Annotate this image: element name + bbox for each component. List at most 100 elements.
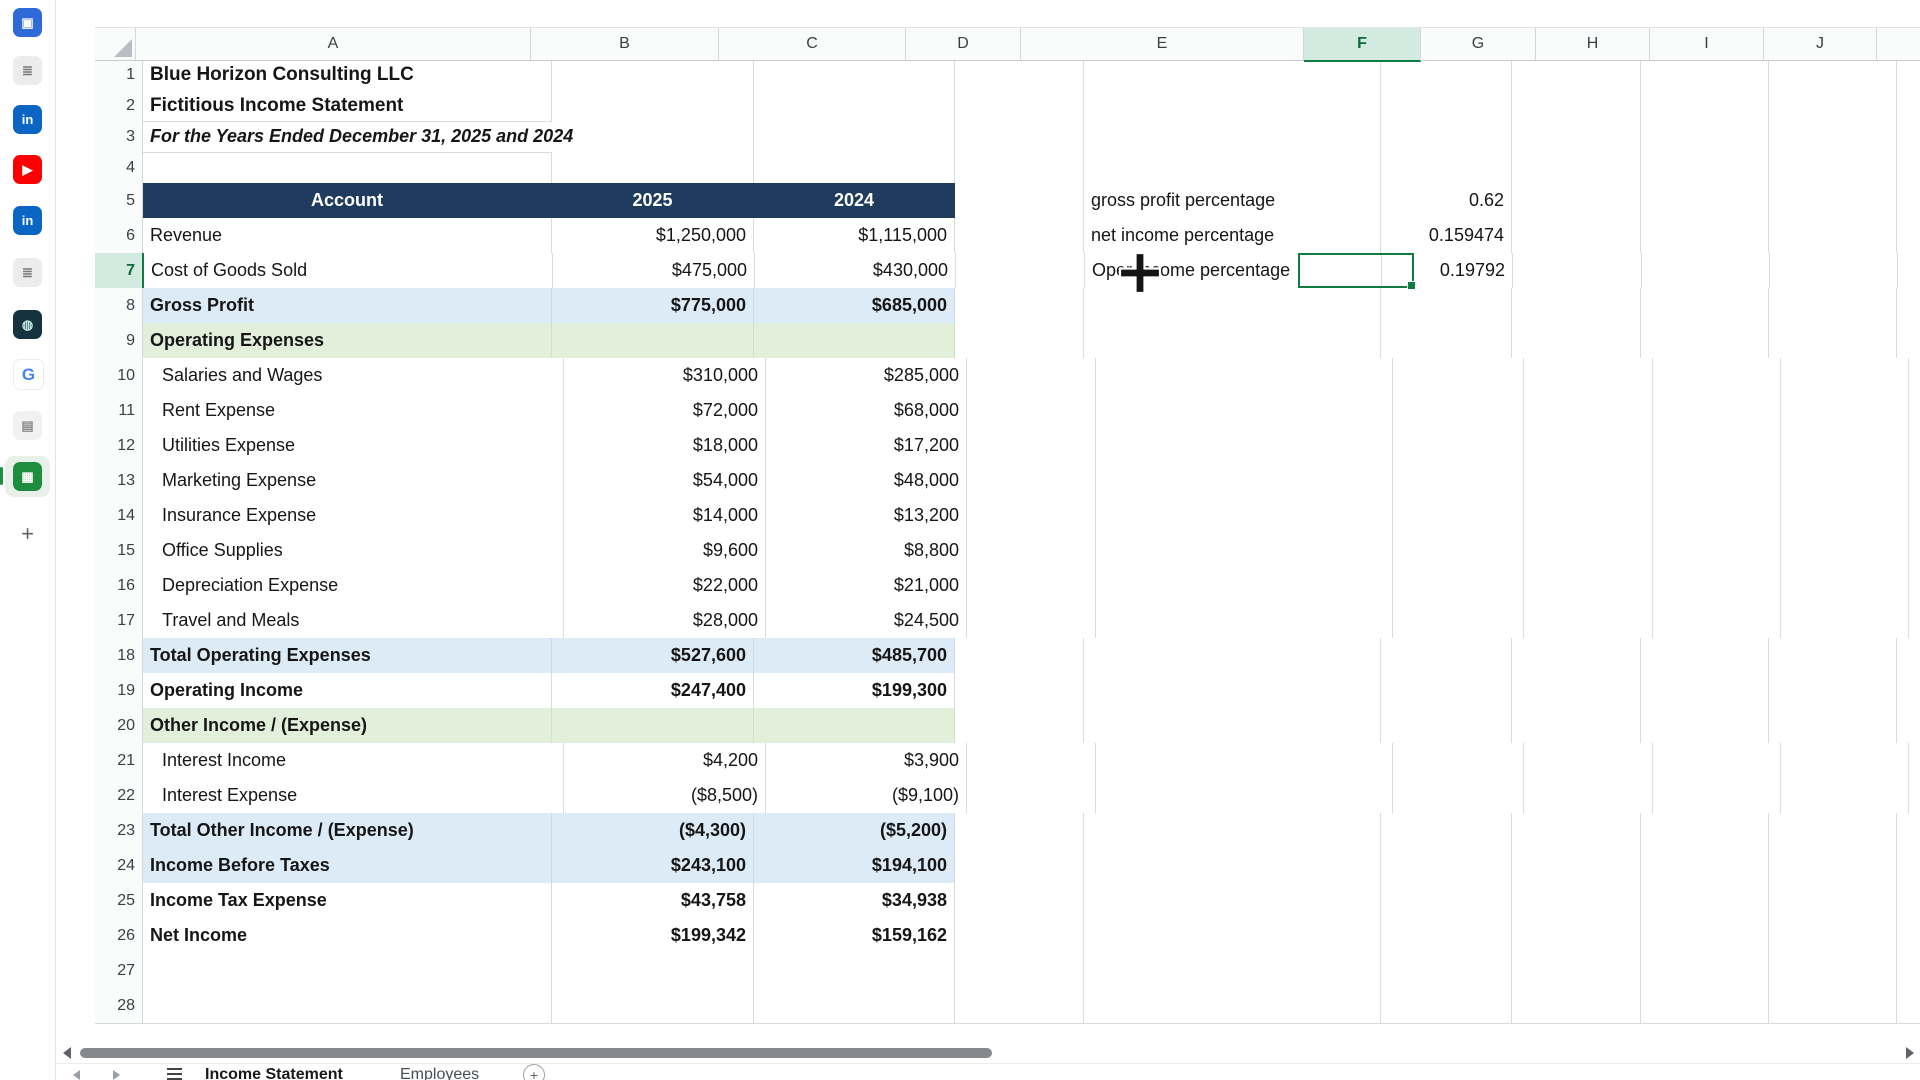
cell-g13[interactable] xyxy=(1524,463,1653,499)
cell-b24[interactable]: $243,100 xyxy=(552,848,754,885)
row-header-28[interactable]: 28 xyxy=(95,988,143,1024)
cell-e14[interactable] xyxy=(1096,498,1393,534)
cell-i24[interactable] xyxy=(1769,848,1897,884)
cell-e15[interactable] xyxy=(1096,533,1393,569)
column-header-d[interactable]: D xyxy=(906,28,1021,61)
row-header-25[interactable]: 25 xyxy=(95,883,143,919)
cell-e11[interactable] xyxy=(1096,393,1393,429)
cell-c15[interactable]: $8,800 xyxy=(766,533,967,569)
cell-e7[interactable]: Oper income percentage xyxy=(1085,253,1382,289)
cell-j8[interactable] xyxy=(1897,288,1920,324)
cell-i25[interactable] xyxy=(1769,883,1897,919)
cell-c9[interactable] xyxy=(754,323,955,359)
cell-f8[interactable] xyxy=(1381,288,1512,324)
favicon-linkedin[interactable]: in xyxy=(13,105,42,134)
cell-g8[interactable] xyxy=(1512,288,1641,324)
cell-f15[interactable] xyxy=(1393,533,1524,569)
cell-c11[interactable]: $68,000 xyxy=(766,393,967,429)
cell-j27[interactable] xyxy=(1897,953,1920,989)
cell-e10[interactable] xyxy=(1096,358,1393,394)
favicon-spreadsheet-active[interactable]: ▦ xyxy=(13,462,42,491)
cell-e26[interactable] xyxy=(1084,918,1381,954)
cell-a14[interactable]: Insurance Expense xyxy=(143,498,564,534)
cell-c26[interactable]: $159,162 xyxy=(754,918,955,954)
cell-e18[interactable] xyxy=(1084,638,1381,674)
cell-a23[interactable]: Total Other Income / (Expense) xyxy=(143,813,552,849)
cell-b12[interactable]: $18,000 xyxy=(564,428,766,464)
cell-b5[interactable]: 2025 xyxy=(552,183,754,219)
cell-b19[interactable]: $247,400 xyxy=(552,673,754,709)
cell-j25[interactable] xyxy=(1897,883,1920,919)
cell-i20[interactable] xyxy=(1769,708,1897,744)
cell-b1[interactable] xyxy=(552,59,754,91)
cell-i1[interactable] xyxy=(1769,59,1897,91)
cell-i10[interactable] xyxy=(1781,358,1909,394)
cell-g22[interactable] xyxy=(1524,778,1653,814)
cell-i28[interactable] xyxy=(1769,988,1897,1024)
cell-i19[interactable] xyxy=(1769,673,1897,709)
cell-a9[interactable]: Operating Expenses xyxy=(143,323,552,359)
cell-f28[interactable] xyxy=(1381,988,1512,1024)
favicon-gray-site-2[interactable]: ≣ xyxy=(13,258,42,287)
cell-a3[interactable]: For the Years Ended December 31, 2025 an… xyxy=(143,121,552,153)
cell-c20[interactable] xyxy=(754,708,955,744)
cell-e6[interactable]: net income percentage xyxy=(1084,218,1381,254)
cell-h12[interactable] xyxy=(1653,428,1781,464)
cell-a11[interactable]: Rent Expense xyxy=(143,393,564,429)
cell-h22[interactable] xyxy=(1653,778,1781,814)
row-header-14[interactable]: 14 xyxy=(95,498,143,534)
cell-j4[interactable] xyxy=(1897,152,1920,184)
row-header-13[interactable]: 13 xyxy=(95,463,143,499)
cell-f17[interactable] xyxy=(1393,603,1524,639)
cell-b4[interactable] xyxy=(552,152,754,184)
row-header-12[interactable]: 12 xyxy=(95,428,143,464)
cell-f6[interactable]: 0.159474 xyxy=(1381,218,1512,254)
cell-d15[interactable] xyxy=(967,533,1096,569)
cell-c10[interactable]: $285,000 xyxy=(766,358,967,394)
cell-a6[interactable]: Revenue xyxy=(143,218,552,254)
cell-a15[interactable]: Office Supplies xyxy=(143,533,564,569)
row-header-9[interactable]: 9 xyxy=(95,323,143,359)
cell-c7[interactable]: $430,000 xyxy=(755,253,956,289)
cell-d11[interactable] xyxy=(967,393,1096,429)
cell-j15[interactable] xyxy=(1909,533,1920,569)
cell-b22[interactable]: ($8,500) xyxy=(564,778,766,814)
cell-d1[interactable] xyxy=(955,59,1084,91)
cell-h7[interactable] xyxy=(1642,253,1770,289)
cell-h14[interactable] xyxy=(1653,498,1781,534)
sheet-nav-next-icon[interactable] xyxy=(113,1070,120,1080)
cell-g11[interactable] xyxy=(1524,393,1653,429)
cell-h24[interactable] xyxy=(1641,848,1769,884)
cell-c2[interactable] xyxy=(754,90,955,122)
cell-c19[interactable]: $199,300 xyxy=(754,673,955,709)
row-header-1[interactable]: 1 xyxy=(95,59,143,91)
cell-a2[interactable]: Fictitious Income Statement xyxy=(143,90,552,122)
column-header-k[interactable] xyxy=(1877,28,1920,61)
cell-d19[interactable] xyxy=(955,673,1084,709)
cell-b16[interactable]: $22,000 xyxy=(564,568,766,604)
cell-e28[interactable] xyxy=(1084,988,1381,1024)
row-header-16[interactable]: 16 xyxy=(95,568,143,604)
cell-a24[interactable]: Income Before Taxes xyxy=(143,848,552,885)
cell-f11[interactable] xyxy=(1393,393,1524,429)
cell-e25[interactable] xyxy=(1084,883,1381,919)
cell-h20[interactable] xyxy=(1641,708,1769,744)
cell-f25[interactable] xyxy=(1381,883,1512,919)
cell-e9[interactable] xyxy=(1084,323,1381,359)
cell-h19[interactable] xyxy=(1641,673,1769,709)
cell-f10[interactable] xyxy=(1393,358,1524,394)
row-header-27[interactable]: 27 xyxy=(95,953,143,989)
cell-a1[interactable]: Blue Horizon Consulting LLC xyxy=(143,59,552,91)
favicon-blue-app[interactable]: ▣ xyxy=(13,8,42,37)
cell-g9[interactable] xyxy=(1512,323,1641,359)
cell-d5[interactable] xyxy=(955,183,1084,220)
cell-d3[interactable] xyxy=(955,121,1084,153)
row-header-5[interactable]: 5 xyxy=(95,183,143,219)
cell-b8[interactable]: $775,000 xyxy=(552,288,754,324)
cell-i22[interactable] xyxy=(1781,778,1909,814)
cell-i27[interactable] xyxy=(1769,953,1897,989)
cell-j24[interactable] xyxy=(1897,848,1920,884)
cell-i5[interactable] xyxy=(1769,183,1897,220)
cell-j5[interactable] xyxy=(1897,183,1920,220)
cell-h23[interactable] xyxy=(1641,813,1769,849)
